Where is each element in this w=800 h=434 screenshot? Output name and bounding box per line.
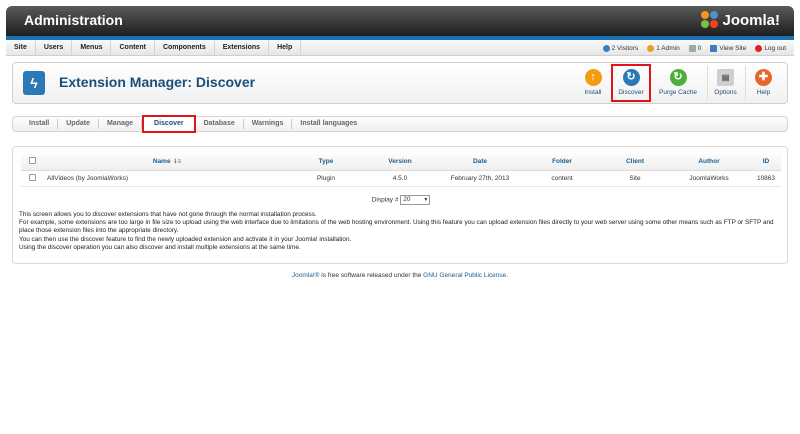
admin-status[interactable]: 1 Admin [647, 44, 680, 52]
info-line-2: For example, some extensions are too lar… [19, 219, 774, 235]
page-header-panel: ϟ Extension Manager: Discover ↑ Install … [12, 62, 788, 104]
toolbar: ↑ Install ↻ Discover ↻ Purge Cache ▤ Opt… [573, 64, 781, 102]
logout-link[interactable]: Log out [755, 44, 786, 52]
main-content: Name ⇂≡ Type Version Date Folder Client A… [12, 146, 788, 264]
joomla-logo-icon [701, 11, 719, 29]
discover-label: Discover [618, 89, 644, 96]
options-icon: ▤ [717, 69, 734, 86]
row-client: Site [603, 170, 667, 187]
tab-install-languages[interactable]: Install languages [292, 119, 365, 129]
row-checkbox-cell [21, 170, 43, 187]
logo-text: Joomla! [722, 11, 780, 29]
col-client[interactable]: Client [603, 154, 667, 171]
footer: Joomla!® is free software released under… [0, 272, 800, 279]
pagination: Display # 20 ▼ [13, 195, 789, 205]
table-header-row: Name ⇂≡ Type Version Date Folder Client A… [21, 154, 781, 171]
joomla-logo[interactable]: Joomla! [701, 11, 780, 29]
joomla-link[interactable]: Joomla!® [292, 272, 320, 279]
menu-item-components[interactable]: Components [155, 40, 215, 56]
extension-lightning-icon: ϟ [23, 71, 45, 95]
info-line-4: Using the discover operation you can als… [19, 243, 301, 251]
admin-icon [647, 44, 655, 52]
info-line-1: This screen allows you to discover exten… [19, 211, 317, 218]
tab-database[interactable]: Database [196, 119, 244, 129]
chevron-down-icon: ▼ [423, 197, 429, 203]
purge-cache-button[interactable]: ↻ Purge Cache [651, 66, 705, 100]
menu-item-content[interactable]: Content [111, 40, 155, 56]
help-label: Help [756, 89, 771, 96]
discover-button[interactable]: ↻ Discover [611, 64, 651, 102]
tab-update[interactable]: Update [58, 119, 99, 129]
admin-count: 1 Admin [656, 44, 680, 52]
select-all-cell [21, 154, 43, 171]
purge-refresh-icon: ↻ [669, 69, 687, 86]
tab-warnings[interactable]: Warnings [244, 119, 293, 129]
view-site-link[interactable]: View Site [710, 44, 747, 52]
admin-title: Administration [24, 12, 123, 28]
refresh-icon: ↻ [622, 69, 640, 86]
display-limit-select[interactable]: 20 ▼ [400, 195, 431, 205]
status-area: 2 Visitors 1 Admin 0 View Site Log out [602, 40, 786, 56]
sort-icon: ⇂≡ [172, 159, 182, 166]
power-icon [755, 44, 763, 52]
row-checkbox[interactable] [28, 173, 36, 181]
messages-status[interactable]: 0 [688, 44, 702, 52]
install-button[interactable]: ↑ Install [575, 66, 611, 100]
visitors-status[interactable]: 2 Visitors [602, 44, 639, 52]
row-folder: content [521, 170, 603, 187]
row-type: Plugin [291, 170, 361, 187]
options-label: Options [714, 89, 737, 96]
tab-install[interactable]: Install [21, 119, 59, 129]
upload-icon: ↑ [584, 69, 602, 86]
mail-icon [688, 44, 696, 52]
footer-end: . [506, 272, 509, 279]
row-name: AllVideos (by JoomlaWorks) [43, 170, 291, 187]
info-line-3: You can then use the discover feature to… [19, 235, 352, 243]
row-date: February 27th, 2013 [439, 170, 521, 187]
users-icon [602, 44, 610, 52]
menu-bar: Site Users Menus Content Components Exte… [6, 40, 794, 56]
tab-manage[interactable]: Manage [99, 119, 143, 129]
help-button[interactable]: ✚ Help [745, 66, 781, 100]
discover-info-text: This screen allows you to discover exten… [19, 211, 783, 252]
row-version: 4.5.0 [361, 170, 439, 187]
col-author[interactable]: Author [667, 154, 751, 171]
extensions-table: Name ⇂≡ Type Version Date Folder Client A… [21, 154, 781, 187]
messages-count: 0 [697, 44, 702, 52]
display-limit-value: 20 [403, 196, 411, 203]
footer-text: is free software released under the [319, 272, 424, 279]
install-label: Install [584, 89, 602, 96]
monitor-icon [710, 44, 718, 52]
col-name-label: Name [152, 158, 171, 166]
display-label: Display # [371, 196, 399, 204]
col-type[interactable]: Type [291, 154, 361, 171]
logout-label: Log out [764, 44, 786, 52]
gpl-license-link[interactable]: GNU General Public License [423, 272, 506, 279]
tab-discover[interactable]: Discover [142, 115, 196, 133]
admin-header: Administration Joomla! [6, 6, 794, 36]
col-date[interactable]: Date [439, 154, 521, 171]
row-id: 10863 [751, 170, 781, 187]
col-folder[interactable]: Folder [521, 154, 603, 171]
help-lifebuoy-icon: ✚ [755, 69, 772, 86]
view-site-label: View Site [719, 44, 747, 52]
submenu-tabs: Install Update Manage Discover Database … [12, 115, 788, 133]
col-id[interactable]: ID [751, 154, 781, 171]
select-all-checkbox[interactable] [28, 157, 36, 165]
menu-item-help[interactable]: Help [269, 40, 302, 56]
row-author: JoomlaWorks [667, 170, 751, 187]
menu-item-site[interactable]: Site [6, 40, 36, 56]
visitors-count: 2 Visitors [611, 44, 639, 52]
purge-label: Purge Cache [659, 89, 697, 96]
menu-item-users[interactable]: Users [36, 40, 73, 56]
table-row: AllVideos (by JoomlaWorks) Plugin 4.5.0 … [21, 170, 781, 187]
col-version[interactable]: Version [361, 154, 439, 171]
main-menu: Site Users Menus Content Components Exte… [6, 40, 302, 56]
options-button[interactable]: ▤ Options [707, 66, 743, 100]
page-title: Extension Manager: Discover [59, 74, 256, 90]
menu-item-extensions[interactable]: Extensions [215, 40, 270, 56]
menu-item-menus[interactable]: Menus [72, 40, 112, 56]
col-name[interactable]: Name ⇂≡ [43, 154, 291, 171]
